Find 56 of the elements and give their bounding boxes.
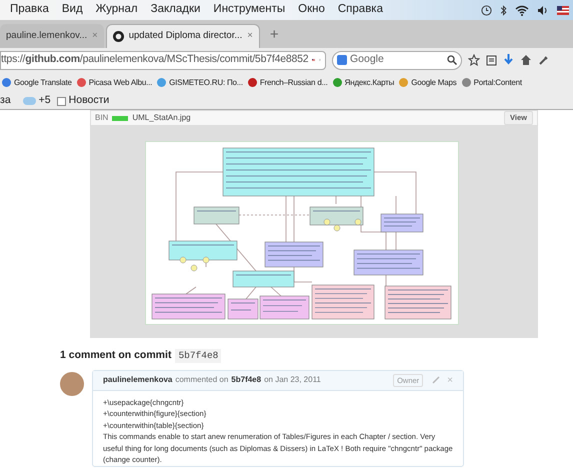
bookmark-link[interactable]: Picasa Web Albu... bbox=[88, 76, 152, 88]
bookmark-link[interactable]: French–Russian d... bbox=[260, 76, 328, 88]
clipboard-icon[interactable] bbox=[486, 54, 497, 66]
bookmark-link[interactable]: за bbox=[0, 93, 11, 109]
bookmark-link[interactable]: GISMETEO.RU: По... bbox=[169, 76, 243, 88]
home-icon[interactable] bbox=[520, 54, 532, 66]
menu-item[interactable]: Правка bbox=[10, 1, 49, 19]
menu-item[interactable]: Журнал bbox=[96, 1, 138, 19]
comments-heading: 1 comment on commit bbox=[60, 348, 172, 363]
menu-item[interactable]: Инструменты bbox=[213, 1, 286, 19]
clock-icon[interactable] bbox=[481, 4, 492, 16]
url-text: ttps://github.com/paulinelemenkova/MScThesis/commit/5b7f4e8852 bbox=[1, 52, 308, 68]
bookmark-link[interactable]: Google Translate bbox=[14, 76, 72, 88]
flag-icon[interactable] bbox=[557, 6, 569, 14]
menu-item[interactable]: Вид bbox=[62, 1, 83, 19]
comment-sha[interactable]: 5b7f4e8 bbox=[231, 374, 262, 386]
tab-title: pauline.lemenkov... bbox=[6, 28, 88, 43]
menu-item[interactable]: Справка bbox=[338, 1, 383, 19]
browser-tab[interactable]: pauline.lemenkov... × bbox=[0, 24, 104, 48]
bookmark-icon bbox=[2, 78, 11, 87]
speaker-icon[interactable] bbox=[537, 4, 549, 16]
eyedropper-icon[interactable] bbox=[538, 54, 550, 66]
file-name: UML_StatAn.jpg bbox=[132, 112, 191, 124]
bookmark-icon bbox=[157, 78, 166, 87]
menu-item[interactable]: Закладки bbox=[150, 1, 200, 19]
bookmark-icon bbox=[399, 78, 408, 87]
bookmark-link[interactable]: +5 bbox=[38, 93, 51, 109]
star-icon[interactable] bbox=[468, 54, 480, 66]
bookmark-icon bbox=[248, 78, 257, 87]
comment-author[interactable]: paulinelemenkova bbox=[103, 374, 172, 386]
tab-title: updated Diploma director... bbox=[128, 29, 242, 44]
bookmark-link[interactable]: Яндекс.Карты bbox=[344, 76, 394, 88]
search-field[interactable]: Google bbox=[332, 50, 462, 70]
diff-bar-icon bbox=[112, 116, 128, 120]
bookmark-link[interactable]: Google Maps bbox=[411, 76, 457, 88]
download-icon[interactable] bbox=[503, 54, 514, 66]
search-icon[interactable] bbox=[447, 55, 457, 65]
menu-item[interactable]: Окно bbox=[298, 1, 325, 19]
wifi-icon[interactable] bbox=[515, 4, 529, 16]
file-label: BIN bbox=[95, 112, 108, 124]
commit-sha[interactable]: 5b7f4e8 bbox=[175, 348, 222, 363]
bookmark-link[interactable]: Portal:Content bbox=[474, 76, 522, 88]
bookmark-link[interactable]: Новости bbox=[68, 93, 110, 109]
address-bar[interactable]: ttps://github.com/paulinelemenkova/MScThesis/commit/5b7f4e8852 bbox=[0, 50, 326, 70]
bluetooth-icon[interactable] bbox=[500, 4, 507, 16]
bookmark-icon bbox=[462, 78, 471, 87]
cloud-icon bbox=[22, 97, 36, 105]
search-placeholder: Google bbox=[350, 52, 384, 68]
folder-icon bbox=[56, 96, 66, 106]
bookmark-icon bbox=[332, 78, 342, 87]
bookmark-icon bbox=[76, 78, 86, 87]
browser-tab[interactable]: updated Diploma director... × bbox=[106, 24, 260, 48]
tab-close-button[interactable]: × bbox=[247, 29, 253, 44]
comment-action: commented on bbox=[175, 374, 228, 386]
avatar bbox=[60, 372, 84, 396]
comment-date: on Jan 23, 2011 bbox=[264, 374, 321, 386]
